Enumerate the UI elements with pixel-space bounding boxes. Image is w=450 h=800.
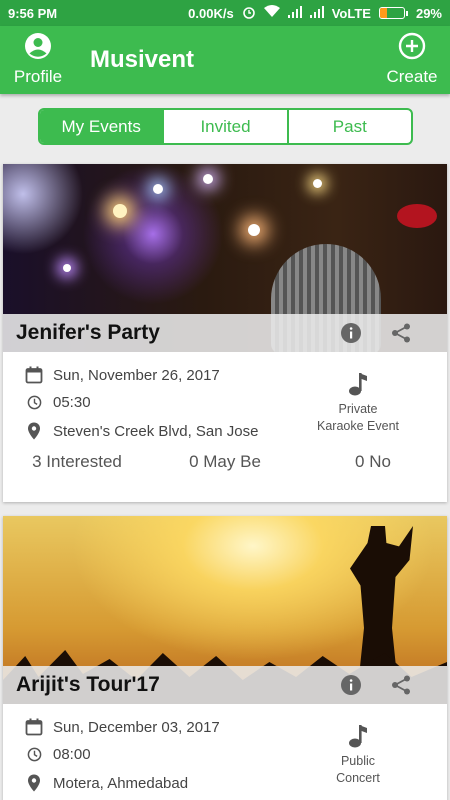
event-time-row: 08:00 xyxy=(25,746,91,763)
info-icon[interactable] xyxy=(340,674,362,701)
event-title-bar: Jenifer's Party xyxy=(3,314,447,352)
music-note-icon xyxy=(348,372,368,401)
info-icon[interactable] xyxy=(340,322,362,349)
add-circle-icon xyxy=(398,32,426,65)
event-privacy: Private xyxy=(338,402,378,416)
event-image: Jenifer's Party xyxy=(3,164,447,352)
location-pin-icon xyxy=(25,422,43,440)
event-location: Motera, Ahmedabad xyxy=(53,774,189,792)
profile-button[interactable]: Profile xyxy=(8,32,68,90)
event-type: Private Karaoke Event xyxy=(303,372,413,435)
status-time: 9:56 PM xyxy=(8,5,58,21)
event-card[interactable]: Jenifer's Party Sun, November 26, 2017 0… xyxy=(3,164,447,502)
event-date: Sun, December 03, 2017 xyxy=(53,718,220,736)
battery-percent: 29% xyxy=(415,5,442,21)
interested-count[interactable]: 3 Interested xyxy=(3,452,151,472)
battery-icon xyxy=(378,7,408,19)
event-time: 05:30 xyxy=(53,394,91,411)
event-date: Sun, November 26, 2017 xyxy=(53,366,220,384)
app-title: Musivent xyxy=(90,46,195,73)
calendar-icon xyxy=(25,366,43,384)
create-label: Create xyxy=(386,67,438,86)
event-time-row: 05:30 xyxy=(25,394,91,411)
event-title: Arijit's Tour'17 xyxy=(16,673,160,696)
create-button[interactable]: Create xyxy=(384,32,440,90)
share-icon[interactable] xyxy=(390,322,412,349)
clock-icon xyxy=(25,395,43,410)
event-time: 08:00 xyxy=(53,746,91,763)
event-title-bar: Arijit's Tour'17 xyxy=(3,666,447,704)
event-image: Arijit's Tour'17 xyxy=(3,516,447,704)
event-location-row: Motera, Ahmedabad xyxy=(25,774,188,792)
event-tabs: My Events Invited Past xyxy=(38,108,413,145)
event-date-row: Sun, December 03, 2017 xyxy=(25,718,220,736)
network-type: VoLTE xyxy=(331,5,371,21)
clock-icon xyxy=(25,747,43,762)
calendar-icon xyxy=(25,718,43,736)
account-circle-icon xyxy=(24,32,52,65)
event-category: Karaoke Event xyxy=(317,419,399,433)
app-bar: Profile Musivent Create xyxy=(0,26,450,94)
event-title: Jenifer's Party xyxy=(16,321,160,344)
status-bar: 9:56 PM 0.00K/s VoLTE 29% xyxy=(0,0,450,26)
event-privacy: Public xyxy=(340,754,376,768)
alarm-icon xyxy=(242,5,256,22)
event-card[interactable]: Arijit's Tour'17 Sun, December 03, 2017 … xyxy=(3,516,447,800)
network-speed: 0.00K/s xyxy=(188,5,234,21)
event-category: Concert xyxy=(336,771,380,785)
wifi-icon xyxy=(263,5,280,21)
event-type: Public Concert xyxy=(303,724,413,787)
profile-label: Profile xyxy=(13,67,63,86)
event-location-row: Steven's Creek Blvd, San Jose xyxy=(25,422,258,440)
maybe-count[interactable]: 0 May Be xyxy=(151,452,299,472)
event-responses: 3 Interested 0 May Be 0 No xyxy=(3,452,447,472)
signal-icon xyxy=(287,5,302,21)
share-icon[interactable] xyxy=(390,674,412,701)
location-pin-icon xyxy=(25,774,43,792)
tab-past[interactable]: Past xyxy=(289,110,411,143)
signal-icon xyxy=(309,5,324,21)
event-date-row: Sun, November 26, 2017 xyxy=(25,366,220,384)
event-location: Steven's Creek Blvd, San Jose xyxy=(53,422,259,440)
tab-invited[interactable]: Invited xyxy=(164,110,289,143)
no-count[interactable]: 0 No xyxy=(299,452,447,472)
music-note-icon xyxy=(348,724,368,753)
tab-my-events[interactable]: My Events xyxy=(40,110,165,143)
